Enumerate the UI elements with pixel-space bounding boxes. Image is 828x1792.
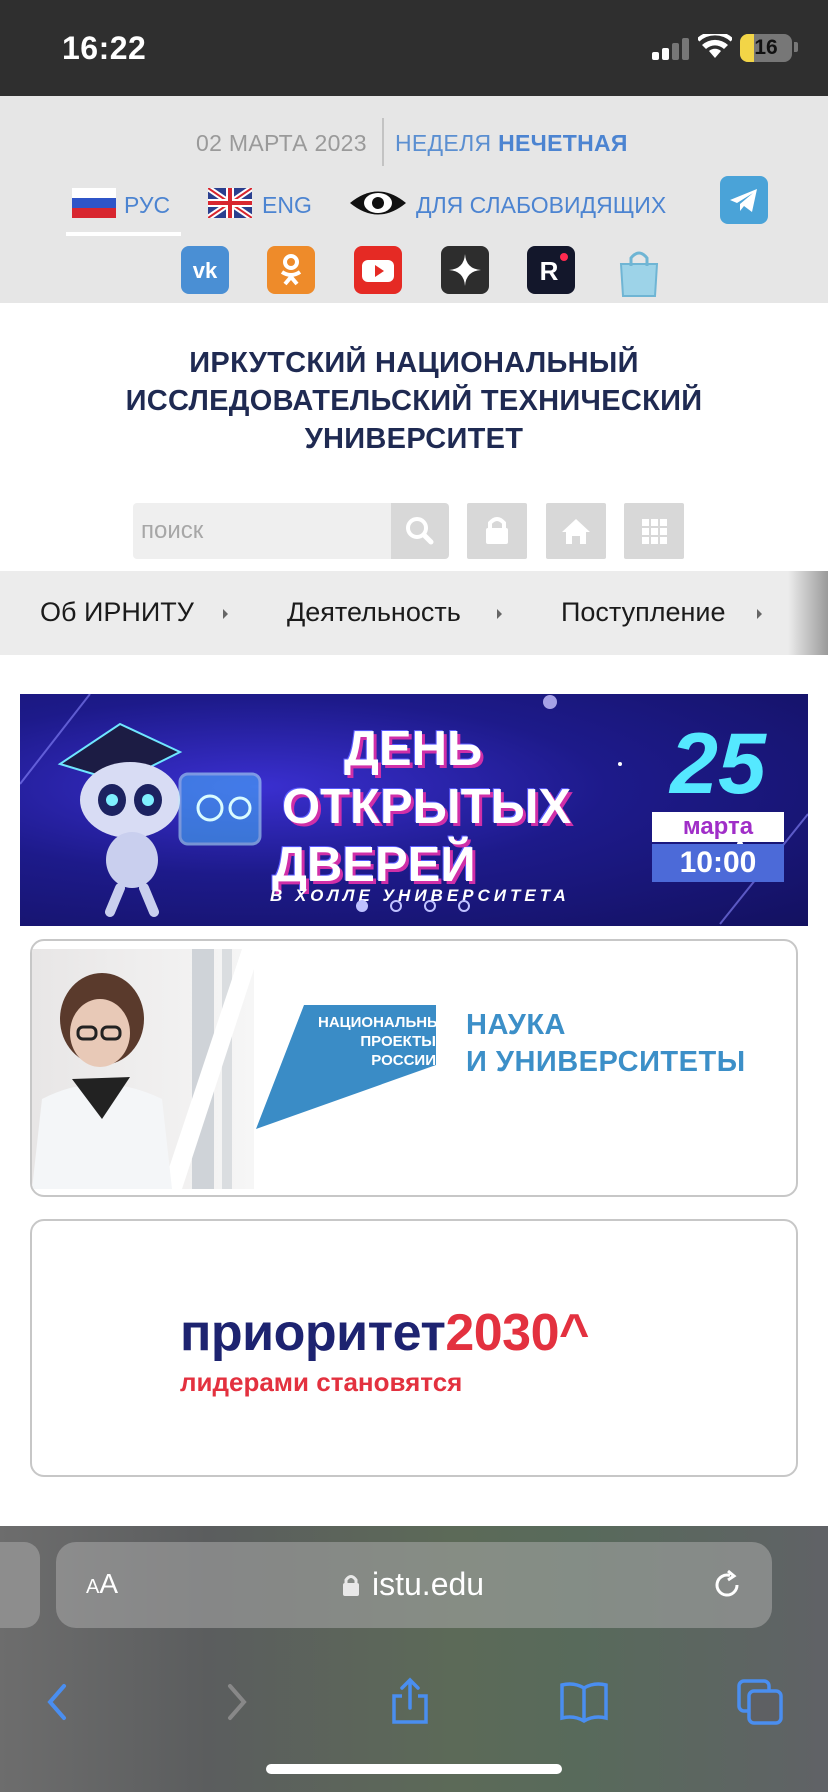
login-button[interactable]	[467, 503, 527, 559]
lock-icon	[343, 1575, 359, 1596]
back-arrow-icon[interactable]	[32, 1676, 84, 1728]
home-indicator	[266, 1764, 562, 1774]
open-day-banner[interactable]: ДЕНЬ ОТКРЫТЫХ ДВЕРЕЙ В ХОЛЛЕ УНИВЕРСИТЕТ…	[20, 694, 808, 926]
language-ru-button[interactable]: РУС	[66, 176, 182, 236]
zen-icon[interactable]	[441, 246, 489, 294]
logo-text-line: ПРОЕКТЫ	[360, 1033, 436, 1050]
chevron-right-icon	[497, 609, 502, 619]
telegram-icon[interactable]	[720, 176, 768, 224]
search-input[interactable]	[133, 503, 391, 559]
battery-icon: 16	[740, 34, 792, 62]
search-icon	[406, 517, 434, 545]
logo-text-line: РОССИИ	[371, 1052, 436, 1069]
address-bar[interactable]: AA istu.edu	[56, 1542, 772, 1628]
university-title-line: ИССЛЕДОВАТЕЛЬСКИЙ ТЕХНИЧЕСКИЙ	[125, 385, 703, 417]
active-language-indicator	[66, 232, 181, 236]
week-value: НЕЧЕТНАЯ	[498, 130, 628, 156]
nav-item-activity[interactable]: Деятельность	[287, 597, 461, 628]
divider	[382, 118, 384, 166]
tabs-icon[interactable]	[734, 1676, 786, 1728]
status-bar: 16:22 16	[0, 0, 828, 96]
slider-dot-3[interactable]	[424, 900, 436, 912]
priority-slogan: лидерами становятся	[180, 1367, 463, 1397]
priority-2030-card[interactable]: приоритет2030^ лидерами становятся	[30, 1219, 798, 1477]
previous-tab-preview[interactable]	[0, 1542, 40, 1628]
national-projects-title: НАУКА И УНИВЕРСИТЕТЫ	[466, 1007, 746, 1081]
text-size-button[interactable]: AA	[86, 1568, 118, 1600]
language-en-button[interactable]: ENG	[208, 176, 318, 230]
university-title: ИРКУТСКИЙ НАЦИОНАЛЬНЫЙ ИССЛЕДОВАТЕЛЬСКИЙ…	[90, 344, 738, 458]
language-ru-label: РУС	[124, 192, 171, 218]
language-en-label: ENG	[262, 192, 312, 218]
russia-flag-icon	[72, 188, 116, 218]
banner-title: ДЕНЬ ОТКРЫТЫХ ДВЕРЕЙ	[272, 720, 572, 894]
main-nav: Об ИРНИТУ Деятельность Поступление	[0, 571, 828, 655]
priority-number: 2030	[445, 1304, 559, 1362]
week-label: НЕДЕЛЯ	[395, 130, 492, 156]
social-links-row: vk R	[0, 246, 828, 298]
national-projects-logo-text: НАЦИОНАЛЬНЫЕ ПРОЕКТЫ РОССИИ	[318, 1013, 452, 1070]
top-panel: 02 МАРТА 2023 НЕДЕЛЯ НЕЧЕТНАЯ РУС ENG ДЛ…	[0, 96, 828, 303]
university-title-line: ИРКУТСКИЙ НАЦИОНАЛЬНЫЙ	[189, 347, 639, 379]
np-title-line: НАУКА	[466, 1009, 566, 1041]
accessibility-label: ДЛЯ СЛАБОВИДЯЩИХ	[416, 192, 667, 218]
language-row: РУС ENG ДЛЯ СЛАБОВИДЯЩИХ	[0, 176, 828, 240]
scientist-photo	[32, 949, 254, 1189]
slider-dot-4[interactable]	[458, 900, 470, 912]
browser-toolbar: AA istu.edu	[0, 1526, 828, 1792]
banner-day: 25	[670, 716, 766, 812]
odnoklassniki-icon[interactable]	[267, 246, 315, 294]
lock-icon	[486, 517, 508, 544]
search-button[interactable]	[391, 503, 449, 559]
home-button[interactable]	[546, 503, 606, 559]
priority-caret: ^	[559, 1304, 589, 1362]
accessibility-button[interactable]: ДЛЯ СЛАБОВИДЯЩИХ	[348, 176, 688, 230]
banner-title-line: ДЕНЬ	[344, 722, 483, 776]
chevron-right-icon	[223, 609, 228, 619]
forward-arrow-icon[interactable]	[210, 1676, 262, 1728]
youtube-icon[interactable]	[354, 246, 402, 294]
rutube-icon[interactable]: R	[527, 246, 575, 294]
nav-item-admission[interactable]: Поступление	[561, 597, 726, 628]
banner-title-line: ОТКРЫТЫХ	[282, 780, 572, 834]
grid-icon	[642, 519, 667, 544]
national-projects-card[interactable]: НАЦИОНАЛЬНЫЕ ПРОЕКТЫ РОССИИ НАУКА И УНИВ…	[30, 939, 798, 1197]
university-title-line: УНИВЕРСИТЕТ	[304, 423, 524, 455]
week-parity: НЕДЕЛЯ НЕЧЕТНАЯ	[395, 130, 628, 157]
current-date: 02 МАРТА 2023	[196, 130, 367, 156]
search-box	[133, 503, 391, 559]
uk-flag-icon	[208, 188, 252, 218]
reload-icon[interactable]	[710, 1568, 744, 1602]
battery-level: 16	[754, 36, 778, 59]
slider-dot-1[interactable]	[356, 900, 368, 912]
logo-text-line: НАЦИОНАЛЬНЫЕ	[318, 1014, 452, 1031]
np-title-line: И УНИВЕРСИТЕТЫ	[466, 1046, 746, 1078]
chevron-right-icon	[757, 609, 762, 619]
svg-text:vk: vk	[193, 258, 218, 283]
slider-dot-2[interactable]	[390, 900, 402, 912]
priority-word: приоритет	[180, 1304, 446, 1362]
eye-icon	[350, 191, 406, 215]
banner-subtitle: В ХОЛЛЕ УНИВЕРСИТЕТА	[270, 886, 570, 905]
bookmarks-icon[interactable]	[558, 1676, 610, 1728]
wifi-icon	[698, 34, 732, 58]
svg-text:R: R	[540, 256, 559, 286]
url-text: istu.edu	[372, 1566, 485, 1602]
nav-item-about[interactable]: Об ИРНИТУ	[40, 597, 194, 628]
sitemap-button[interactable]	[624, 503, 684, 559]
status-time: 16:22	[62, 30, 147, 66]
nav-scroll-fade	[788, 571, 828, 655]
date-line: 02 МАРТА 2023 НЕДЕЛЯ НЕЧЕТНАЯ	[0, 118, 828, 166]
priority-2030-logo: приоритет2030^	[180, 1303, 589, 1363]
cellular-signal-icon	[652, 38, 690, 60]
vk-icon[interactable]: vk	[181, 246, 229, 294]
banner-time: 10:00	[652, 844, 784, 882]
share-icon[interactable]	[384, 1676, 436, 1728]
shop-bag-icon[interactable]	[615, 246, 663, 297]
home-icon	[562, 519, 590, 544]
banner-month: марта	[652, 812, 784, 842]
